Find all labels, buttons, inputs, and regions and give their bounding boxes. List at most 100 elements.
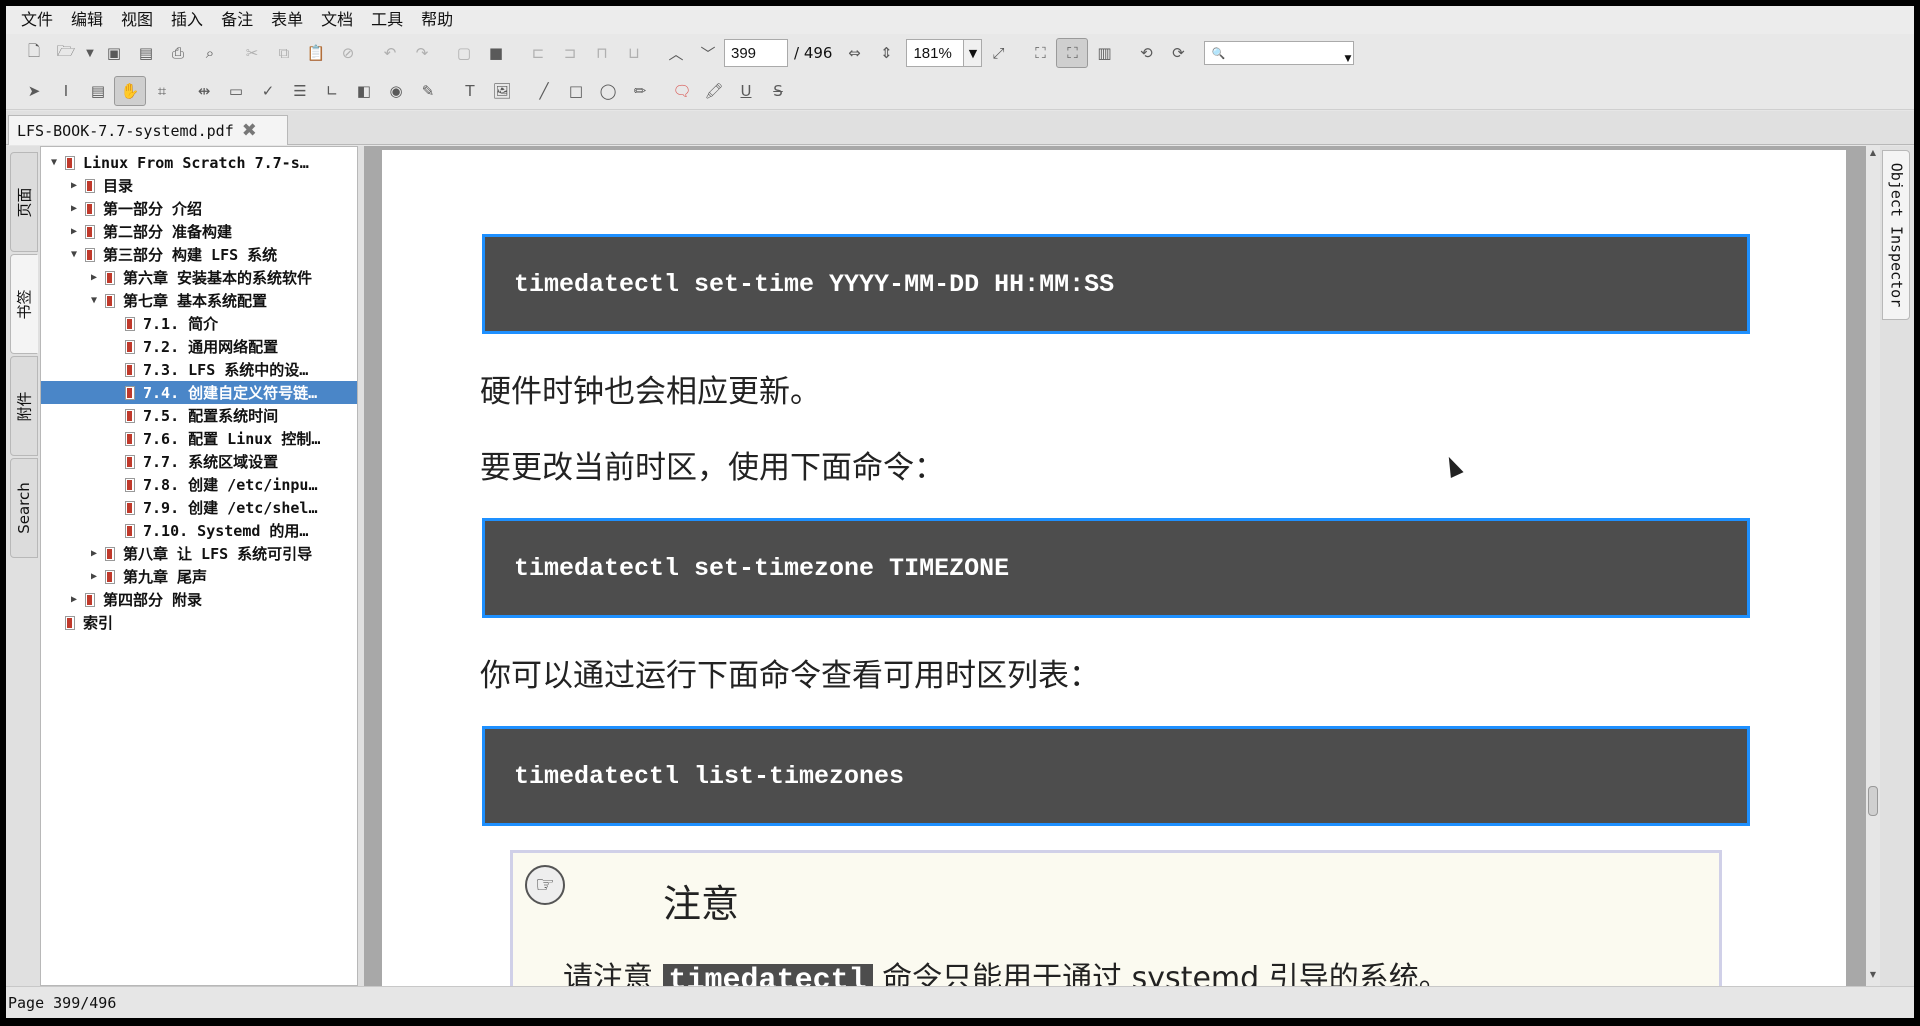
expand-arrow-icon[interactable]: ▶ [67,226,81,237]
menu-item-4[interactable]: 备注 [212,6,262,34]
copy-icon[interactable]: ⧉ [268,38,300,68]
checkbox-icon[interactable]: ✓ [252,76,284,106]
align-top-icon[interactable]: ⊓ [586,38,618,68]
strikeout-icon[interactable]: S [762,76,794,106]
rotate-left-icon[interactable]: ⟲ [1130,38,1162,68]
text-box-icon[interactable]: T [454,76,486,106]
new-document-icon[interactable]: 🗋 [18,38,50,68]
comment-icon[interactable]: 🗨 [666,76,698,106]
two-page-view-icon[interactable]: ▥ [1088,38,1120,68]
tab-bookmarks[interactable]: 书签 [10,254,38,354]
bookmark-item[interactable]: 索引 [41,611,357,634]
fit-width-icon[interactable]: ⇔ [838,38,870,68]
zoom-fit-icon[interactable]: ⛶ [1024,38,1056,68]
bookmark-item[interactable]: ▶ 第九章 尾声 [41,565,357,588]
open-file-icon[interactable]: 🗁 [50,38,82,68]
bracket-icon[interactable]: ∟ [316,76,348,106]
print-preview-icon[interactable]: ⌕ [194,38,226,68]
print-icon[interactable]: ⎙ [162,38,194,68]
bookmark-item[interactable]: 7.7. 系统区域设置 [41,450,357,473]
link-icon[interactable]: ⇹ [188,76,220,106]
rotate-right-icon[interactable]: ⟳ [1162,38,1194,68]
fill-dark-icon[interactable]: ■ [480,38,512,68]
bookmark-item[interactable]: 7.1. 简介 [41,312,357,335]
tab-object-inspector[interactable]: Object Inspector [1882,150,1910,320]
undo-icon[interactable]: ↶ [374,38,406,68]
radio-button-icon[interactable]: ◉ [380,76,412,106]
expand-arrow-icon[interactable]: ▶ [67,180,81,191]
bookmark-item[interactable]: 7.3. LFS 系统中的设… [41,358,357,381]
scrollbar-thumb[interactable] [1868,786,1878,816]
bookmark-item[interactable]: ▼ 第七章 基本系统配置 [41,289,357,312]
redo-icon[interactable]: ↷ [406,38,438,68]
underline-icon[interactable]: U [730,76,762,106]
zoom-page-icon[interactable]: ⛶ [1056,38,1089,68]
fit-height-icon[interactable]: ⇕ [870,38,902,68]
pencil-icon[interactable]: ✏ [624,76,656,106]
expand-arrow-icon[interactable]: ▶ [87,272,101,283]
bookmark-item[interactable]: 7.8. 创建 /etc/inpu… [41,473,357,496]
form-field-icon[interactable]: ▤ [82,76,114,106]
save-icon[interactable]: ▣ [98,38,130,68]
open-recent-arrow-icon[interactable]: ▼ [82,38,98,68]
search-input[interactable]: 🔍 ▼ [1204,41,1355,65]
document-tab[interactable]: LFS-BOOK-7.7-systemd.pdf ✖ [8,115,288,145]
align-bottom-icon[interactable]: ⊔ [618,38,650,68]
bookmark-item[interactable]: 7.4. 创建自定义符号链… [41,381,357,404]
menu-item-2[interactable]: 视图 [112,6,162,34]
delete-icon[interactable]: ⊘ [332,38,364,68]
ellipse-icon[interactable]: ◯ [592,76,624,106]
rectangle-icon[interactable]: □ [560,76,592,106]
page-number-input[interactable] [724,39,788,67]
image-icon[interactable]: 🖼 [486,76,518,106]
next-page-icon[interactable]: ﹀ [692,38,724,68]
save-as-icon[interactable]: ▤ [130,38,162,68]
document-view[interactable]: timedatectl set-time YYYY-MM-DD HH:MM:SS… [364,146,1866,990]
menu-item-6[interactable]: 文档 [312,6,362,34]
bookmark-item[interactable]: ▶ 目录 [41,174,357,197]
note-icon[interactable]: ✎ [412,76,444,106]
bookmark-item[interactable]: ▼ Linux From Scratch 7.7-s… [41,151,357,174]
text-select-icon[interactable]: Ⅰ [50,76,82,106]
paste-icon[interactable]: 📋 [300,38,332,68]
bookmark-item[interactable]: 7.10. Systemd 的用… [41,519,357,542]
menu-item-5[interactable]: 表单 [262,6,312,34]
close-tab-icon[interactable]: ✖ [242,120,257,141]
bookmark-item[interactable]: 7.9. 创建 /etc/shel… [41,496,357,519]
bookmark-item[interactable]: ▶ 第四部分 附录 [41,588,357,611]
zoom-input[interactable] [906,39,965,67]
menu-item-7[interactable]: 工具 [362,6,412,34]
search-dropdown-icon[interactable]: ▼ [1345,54,1352,64]
combo-box-icon[interactable]: ◧ [348,76,380,106]
scroll-down-icon[interactable]: ▼ [1866,970,1880,984]
menu-item-3[interactable]: 插入 [162,6,212,34]
select-arrow-icon[interactable]: ➤ [18,76,50,106]
bookmark-item[interactable]: ▼ 第三部分 构建 LFS 系统 [41,243,357,266]
scroll-up-icon[interactable]: ▲ [1866,148,1880,162]
align-left-icon[interactable]: ⊏ [522,38,554,68]
crop-icon[interactable]: ⌗ [146,76,178,106]
list-box-icon[interactable]: ☰ [284,76,316,106]
menu-item-8[interactable]: 帮助 [412,6,462,34]
cut-icon[interactable]: ✂ [236,38,268,68]
expand-arrow-icon[interactable]: ▶ [67,594,81,605]
text-field-icon[interactable]: ▭ [220,76,252,106]
tab-search[interactable]: Search [10,458,38,558]
menu-item-0[interactable]: 文件 [12,6,62,34]
expand-arrow-icon[interactable]: ▶ [67,203,81,214]
previous-page-icon[interactable]: ︿ [660,38,692,68]
tab-pages[interactable]: 页面 [10,152,38,252]
expand-arrow-icon[interactable]: ▶ [87,571,101,582]
collapse-arrow-icon[interactable]: ▼ [87,295,101,306]
bookmark-item[interactable]: ▶ 第二部分 准备构建 [41,220,357,243]
expand-arrow-icon[interactable]: ▶ [87,548,101,559]
bookmark-item[interactable]: 7.5. 配置系统时间 [41,404,357,427]
bookmark-item[interactable]: ▶ 第一部分 介绍 [41,197,357,220]
bookmark-item[interactable]: ▶ 第六章 安装基本的系统软件 [41,266,357,289]
bookmark-item[interactable]: 7.6. 配置 Linux 控制… [41,427,357,450]
collapse-arrow-icon[interactable]: ▼ [47,157,61,168]
zoom-dropdown-icon[interactable]: ▼ [964,39,983,67]
align-center-icon[interactable]: ⊐ [554,38,586,68]
menu-item-1[interactable]: 编辑 [62,6,112,34]
line-icon[interactable]: ╱ [528,76,560,106]
